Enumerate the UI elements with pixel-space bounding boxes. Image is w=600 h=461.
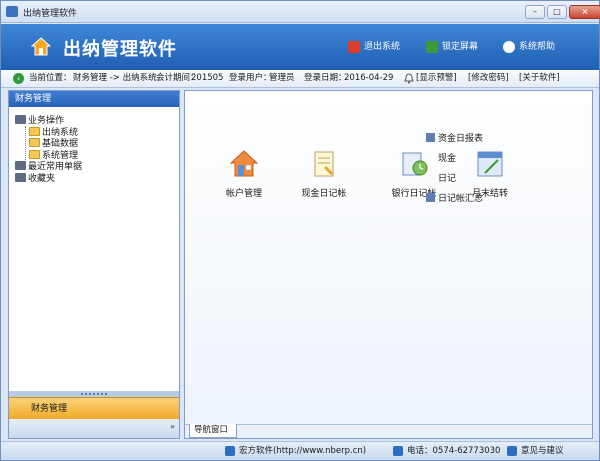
help-icon (503, 41, 515, 53)
location-label: 当前位置： (29, 73, 72, 83)
user-value: 管理员 (269, 73, 295, 83)
submenu-label: 资金日报表 (438, 134, 484, 144)
app-window: 出纳管理软件 – □ × 出纳管理软件 退出系统 锁定屏幕 系统帮助 ‹ 当前位… (0, 0, 600, 461)
period-value: 201505 (191, 73, 224, 83)
tab-navigation-window[interactable]: 导航窗口 (189, 424, 238, 438)
show-warning-link[interactable]: [显示预警] (416, 70, 457, 87)
system-help-button[interactable]: 系统帮助 (501, 38, 555, 56)
tree-item-basic-data[interactable]: 基础数据 (15, 138, 82, 150)
bell-icon (404, 73, 414, 84)
phone-icon (393, 446, 403, 456)
header-banner: 出纳管理软件 退出系统 锁定屏幕 系统帮助 (1, 24, 599, 70)
header-title: 出纳管理软件 (63, 39, 177, 60)
home-icon (225, 446, 235, 456)
lock-screen-button[interactable]: 锁定屏幕 (424, 38, 478, 56)
lock-icon (426, 41, 438, 53)
bank-journal-submenu: 资金日报表 现金 日记 日记帐汇总 (426, 129, 483, 209)
report-icon (426, 133, 435, 142)
submenu-item-journal[interactable]: 日记 (426, 169, 483, 189)
tree-item-label: 基础数据 (42, 139, 79, 149)
submenu-label: 日记帐汇总 (438, 194, 484, 204)
tree-item-system-management[interactable]: 系统管理 (15, 149, 82, 162)
phone-number: 电话：0574-62773030 (407, 446, 501, 456)
login-date-value: 2016-04-29 (344, 73, 394, 83)
tree-item-label: 系统管理 (42, 150, 79, 161)
document-icon (15, 161, 26, 170)
window-title: 出纳管理软件 (23, 9, 78, 19)
about-software-link[interactable]: [关于软件] (519, 70, 560, 87)
info-bar: ‹ 当前位置： 财务管理 -> 出纳系统 会计期间： 201505 登录用户： … (1, 70, 599, 88)
login-date-label: 登录日期： (304, 73, 347, 83)
change-password-link[interactable]: [修改密码] (468, 70, 509, 87)
cash-journal-icon (314, 151, 334, 177)
tree-item-label: 业务操作 (28, 116, 65, 126)
tree-item-cashier-system[interactable]: 出纳系统 (15, 126, 82, 139)
app-icon (6, 6, 18, 17)
exit-system-label: 退出系统 (364, 42, 401, 52)
user-label: 登录用户： (229, 73, 272, 83)
tree-item-recent-documents[interactable]: 最近常用单据 (15, 161, 82, 173)
bank-journal-icon (402, 152, 428, 176)
summary-icon (426, 193, 435, 202)
sidebar: 财务管理 业务操作 出纳系统 基础数据 系统管理 最近常用单据 收藏夹 财务管理 (8, 90, 180, 439)
submenu-label: 日记 (438, 174, 457, 184)
close-button[interactable]: × (569, 5, 600, 19)
location-path: 财务管理 -> 出纳系统 (73, 73, 157, 83)
tree-item-business-operations[interactable]: 业务操作 (15, 115, 82, 127)
folder-icon (29, 138, 40, 147)
tab-strip: 导航窗口 (185, 424, 592, 438)
title-bar[interactable]: 出纳管理软件 – □ × (1, 1, 600, 23)
feedback-icon (507, 446, 517, 456)
tree-item-label: 出纳系统 (42, 127, 79, 138)
folder-icon (29, 126, 40, 136)
submenu-item-fund-report[interactable]: 资金日报表 (426, 129, 483, 149)
account-management-label: 帐户管理 (225, 189, 262, 199)
company-link[interactable]: 宏方软件(http://www.nberp.cn) (239, 442, 366, 460)
account-management-item[interactable]: 帐户管理 (209, 149, 279, 199)
exit-icon (348, 41, 360, 53)
house-icon (229, 150, 259, 177)
main-panel: 帐户管理 现金日记帐 银行日记帐 月末结转 资金日报表 现金 日记 日记帐汇总 … (184, 90, 593, 439)
sidebar-footer: » (9, 419, 179, 438)
navigation-tree: 业务操作 出纳系统 基础数据 系统管理 最近常用单据 收藏夹 (15, 115, 82, 184)
tree-item-favorites[interactable]: 收藏夹 (15, 172, 82, 185)
expand-more-button[interactable]: » (170, 422, 175, 431)
tree-item-label: 收藏夹 (28, 173, 56, 184)
minimize-button[interactable]: – (525, 5, 545, 19)
submenu-item-cash[interactable]: 现金 (426, 149, 483, 169)
submenu-label: 现金 (438, 154, 457, 164)
document-icon (15, 172, 26, 182)
maximize-button[interactable]: □ (547, 5, 567, 19)
cash-journal-label: 现金日记帐 (301, 189, 347, 199)
cash-journal-item[interactable]: 现金日记帐 (289, 149, 359, 199)
home-logo-icon (31, 37, 51, 56)
document-icon (15, 115, 26, 124)
exit-system-button[interactable]: 退出系统 (346, 38, 400, 56)
feedback-link[interactable]: 意见与建议 (521, 442, 564, 460)
back-arrow-icon[interactable]: ‹ (13, 73, 24, 84)
submenu-item-journal-summary[interactable]: 日记帐汇总 (426, 189, 483, 209)
sidebar-header: 财务管理 (9, 91, 179, 107)
system-help-label: 系统帮助 (519, 42, 556, 52)
lock-screen-label: 锁定屏幕 (442, 42, 479, 52)
status-footer: 宏方软件(http://www.nberp.cn) 电话：0574-627730… (1, 441, 599, 460)
folder-icon (29, 149, 40, 159)
sidebar-panel-finance[interactable]: 财务管理 (9, 397, 179, 419)
tree-item-label: 最近常用单据 (28, 162, 83, 172)
navigation-canvas: 帐户管理 现金日记帐 银行日记帐 月末结转 资金日报表 现金 日记 日记帐汇总 (185, 91, 592, 424)
